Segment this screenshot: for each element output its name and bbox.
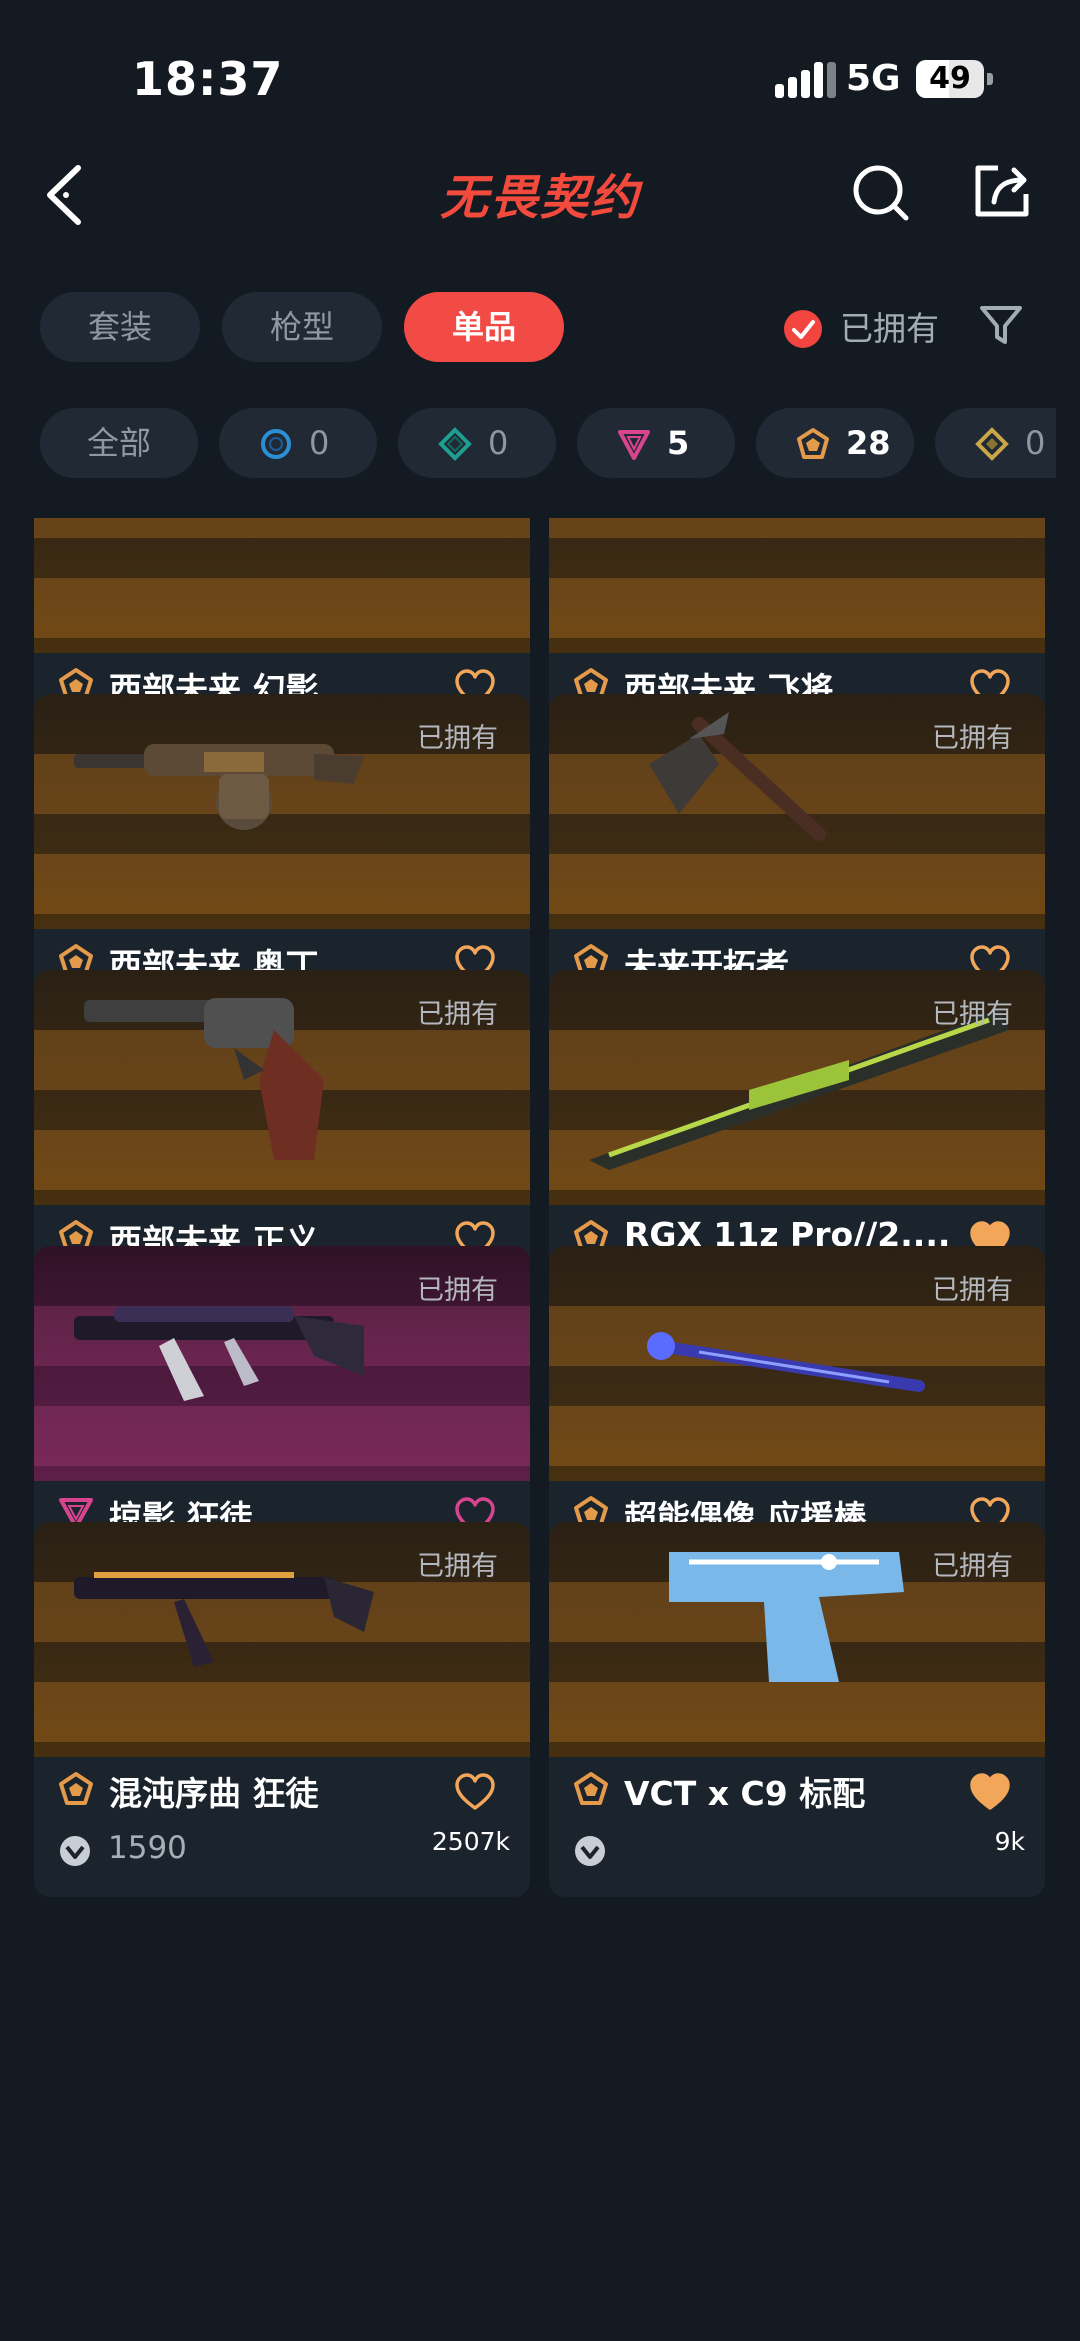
item-image xyxy=(34,518,530,653)
exclusive-tier-icon xyxy=(59,1772,93,1805)
checkbox-checked-icon[interactable] xyxy=(784,310,822,348)
chip-ultra-tier[interactable]: 0 xyxy=(935,408,1056,478)
item-image: 已拥有 xyxy=(549,1522,1045,1757)
item-image xyxy=(549,518,1045,653)
item-name: VCT x C9 标配 xyxy=(624,1774,866,1813)
item-grid: 西部未来 幻影 1590 231k 西部未来 飞将 1590 410k xyxy=(0,518,1080,2298)
item-price: 1590 xyxy=(108,1830,187,1866)
owned-filter-label: 已拥有 xyxy=(840,309,939,348)
status-bar: 18:37 5G 49 xyxy=(0,0,1080,150)
item-image: 已拥有 xyxy=(549,1246,1045,1481)
select-tier-icon xyxy=(261,429,291,459)
item-image: 已拥有 xyxy=(34,1522,530,1757)
bottom-edge xyxy=(0,2295,1080,2341)
page-title: 无畏契约 xyxy=(439,170,640,226)
owned-badge: 已拥有 xyxy=(932,1551,1013,1582)
owned-badge: 已拥有 xyxy=(417,723,498,754)
tab-weapon-type[interactable]: 枪型 xyxy=(222,292,382,362)
item-image: 已拥有 xyxy=(34,1246,530,1481)
item-image: 已拥有 xyxy=(549,970,1045,1205)
chip-count: 5 xyxy=(667,424,690,462)
cellular-signal-icon xyxy=(775,62,836,98)
search-icon[interactable] xyxy=(850,160,914,224)
item-name: 混沌序曲 狂徒 xyxy=(109,1774,319,1813)
favorite-heart-icon[interactable] xyxy=(454,1772,496,1812)
status-time: 18:37 xyxy=(132,52,284,106)
chip-select-tier[interactable]: 0 xyxy=(219,408,377,478)
battery-tip xyxy=(987,73,993,85)
owned-badge: 已拥有 xyxy=(932,723,1013,754)
item-card-10[interactable]: 已拥有 VCT x C9 标配 9k xyxy=(549,1522,1045,1897)
nav-bar: 无畏契约 xyxy=(0,140,1080,250)
chip-deluxe-tier[interactable]: 0 xyxy=(398,408,556,478)
valorant-points-icon xyxy=(575,1836,605,1866)
exclusive-tier-icon xyxy=(574,1772,608,1805)
item-likes-count: 2507k xyxy=(431,1827,510,1856)
item-image: 已拥有 xyxy=(549,694,1045,929)
share-icon[interactable] xyxy=(970,158,1034,222)
item-image: 已拥有 xyxy=(34,694,530,929)
filter-icon[interactable] xyxy=(978,302,1024,348)
owned-badge: 已拥有 xyxy=(932,1275,1013,1306)
chip-all[interactable]: 全部 xyxy=(40,408,198,478)
owned-badge: 已拥有 xyxy=(417,1551,498,1582)
owned-badge: 已拥有 xyxy=(417,999,498,1030)
valorant-points-icon xyxy=(60,1836,90,1866)
item-likes-count: 9k xyxy=(994,1827,1025,1856)
chip-count: 0 xyxy=(309,424,330,462)
network-type: 5G xyxy=(846,58,901,99)
item-card-9[interactable]: 已拥有 混沌序曲 狂徒 1590 2507k xyxy=(34,1522,530,1897)
chip-premium-tier[interactable]: 5 xyxy=(577,408,735,478)
owned-badge: 已拥有 xyxy=(932,999,1013,1030)
chip-count: 28 xyxy=(846,424,891,462)
ultra-tier-icon xyxy=(975,427,1009,461)
owned-badge: 已拥有 xyxy=(417,1275,498,1306)
battery-icon: 49 xyxy=(916,60,984,98)
tab-bundles[interactable]: 套装 xyxy=(40,292,200,362)
chip-count: 0 xyxy=(1025,424,1046,462)
weapon-icon xyxy=(34,518,530,653)
chip-count: 0 xyxy=(488,424,509,462)
favorite-heart-icon[interactable] xyxy=(969,1772,1011,1812)
tab-items[interactable]: 单品 xyxy=(404,292,564,362)
weapon-icon xyxy=(549,518,1045,653)
deluxe-tier-icon xyxy=(438,427,472,461)
item-image: 已拥有 xyxy=(34,970,530,1205)
premium-tier-icon xyxy=(618,430,650,460)
chip-exclusive-tier[interactable]: 28 xyxy=(756,408,914,478)
battery-level: 49 xyxy=(929,61,971,96)
rarity-filter-chips: 全部 0 0 5 28 0 xyxy=(0,408,1056,478)
exclusive-tier-icon xyxy=(797,428,829,459)
